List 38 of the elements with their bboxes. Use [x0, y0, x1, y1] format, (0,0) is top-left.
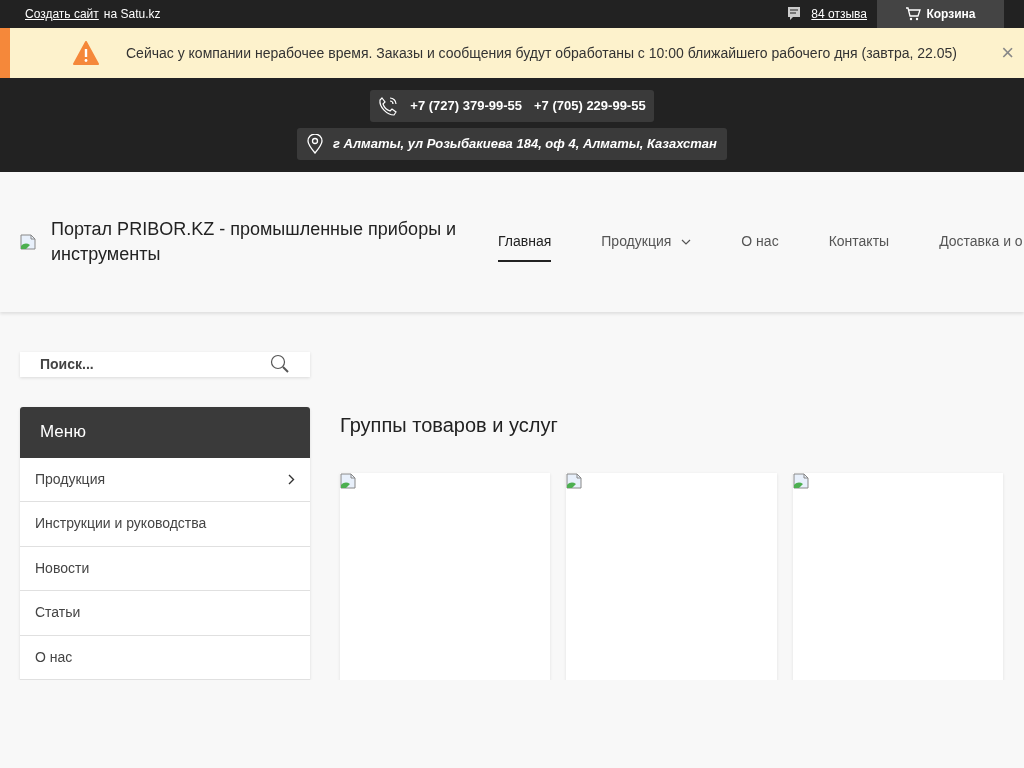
broken-image-icon [20, 234, 36, 250]
menu-item[interactable]: Новости [20, 546, 310, 591]
category-card[interactable] [792, 473, 1003, 680]
location-pin-icon [307, 134, 324, 154]
menu-item[interactable]: Инструкции и руководства [20, 502, 310, 547]
broken-image-icon [792, 473, 809, 489]
menu-item[interactable]: О нас [20, 635, 310, 680]
category-card[interactable] [566, 473, 777, 680]
cart-button[interactable]: Корзина [877, 0, 1004, 28]
menu-item[interactable]: Статьи [20, 591, 310, 636]
chevron-down-icon [681, 239, 692, 245]
menu-item[interactable]: Продукция [20, 457, 310, 502]
reviews-link[interactable]: 84 отзыва [811, 5, 867, 23]
phone-link[interactable]: +7 (705) 229-99-55 [534, 96, 646, 116]
site-title: Портал PRIBOR.KZ - промышленные приборы и инструменты [51, 218, 458, 266]
broken-image-icon [566, 473, 583, 489]
speech-bubble-icon [787, 6, 802, 22]
create-site-link[interactable]: Создать сайт [25, 5, 99, 23]
search-field[interactable]: Поиск... [20, 352, 310, 377]
menu-title: Меню [40, 421, 86, 444]
nav-link[interactable]: Продукция [601, 222, 672, 262]
nav-link[interactable]: О нас [741, 222, 779, 262]
nav-link[interactable]: Главная [498, 222, 552, 262]
platform-text: на Satu.kz [103, 6, 161, 23]
notice-text: Сейчас у компании нерабочее время. Заказы и сообщения будут обработаны с 10:00 ближайшего рабочего дня (завтра, 22.05) [126, 43, 957, 63]
address-text: г Алматы, ул Розыбакиева 184, оф 4, Алматы, Казахстан [333, 135, 717, 154]
cart-icon [905, 7, 922, 21]
section-heading: Группы товаров и услуг [340, 413, 559, 438]
nav-link[interactable]: Контакты [828, 222, 890, 262]
search-input[interactable]: Поиск... [40, 353, 270, 375]
phone-icon [378, 96, 399, 116]
nav-link[interactable]: Доставка и о [939, 222, 1023, 262]
search-icon[interactable] [270, 354, 290, 375]
phone-link[interactable]: +7 (727) 379-99-55 [410, 96, 522, 116]
broken-image-icon [340, 473, 356, 489]
chevron-right-icon [288, 473, 295, 485]
category-card[interactable] [340, 473, 551, 680]
warning-icon [73, 41, 99, 65]
